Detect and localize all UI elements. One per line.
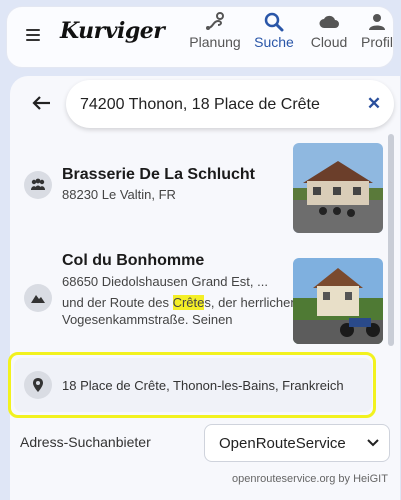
nav-label: Cloud bbox=[310, 34, 348, 50]
mountain-icon bbox=[24, 284, 52, 312]
result-title[interactable]: Brasserie De La Schlucht bbox=[62, 166, 255, 184]
close-icon[interactable]: ✕ bbox=[366, 95, 382, 112]
search-box: ✕ bbox=[66, 80, 394, 128]
route-icon bbox=[206, 12, 224, 30]
result-subtitle: 68650 Diedolshausen Grand Est, ... bbox=[62, 274, 268, 289]
search-input[interactable] bbox=[80, 93, 350, 117]
cloud-icon bbox=[319, 15, 339, 28]
attribution[interactable]: openrouteservice.org by HeiGIT bbox=[232, 473, 388, 485]
result-description: und der Route des Crêtes, der herrlichen… bbox=[62, 294, 302, 328]
scrollbar[interactable] bbox=[388, 134, 394, 346]
search-highlight: Crête bbox=[172, 295, 205, 310]
nav-label: Planung bbox=[189, 34, 241, 50]
nav-planung[interactable]: Planung bbox=[185, 10, 245, 58]
location-pin-icon bbox=[24, 371, 52, 399]
provider-value: OpenRouteService bbox=[219, 435, 346, 452]
menu-icon[interactable] bbox=[26, 29, 40, 41]
col-du-bonhomme-photo bbox=[293, 258, 383, 344]
chevron-down-icon bbox=[367, 439, 379, 447]
nav-label: Profil bbox=[361, 34, 393, 50]
nav-profil[interactable]: Profil bbox=[358, 10, 396, 58]
address-result-text: 18 Place de Crête, Thonon-les-Bains, Fra… bbox=[62, 378, 344, 393]
search-icon bbox=[264, 12, 284, 32]
provider-label: Adress-Suchanbieter bbox=[20, 434, 151, 450]
result-title[interactable]: Col du Bonhomme bbox=[62, 252, 204, 270]
nav-suche[interactable]: Suche bbox=[250, 10, 298, 58]
app-logo: Kurviger bbox=[60, 18, 165, 44]
desc-text: und der Route des bbox=[62, 295, 173, 310]
back-arrow-icon[interactable] bbox=[32, 95, 52, 111]
nav-cloud[interactable]: Cloud bbox=[306, 10, 352, 58]
result-subtitle: 88230 Le Valtin, FR bbox=[62, 187, 176, 202]
group-icon bbox=[24, 171, 52, 199]
person-icon bbox=[369, 14, 385, 30]
brasserie-photo bbox=[293, 143, 383, 233]
nav-label: Suche bbox=[254, 34, 294, 50]
provider-select[interactable]: OpenRouteService bbox=[204, 424, 390, 462]
